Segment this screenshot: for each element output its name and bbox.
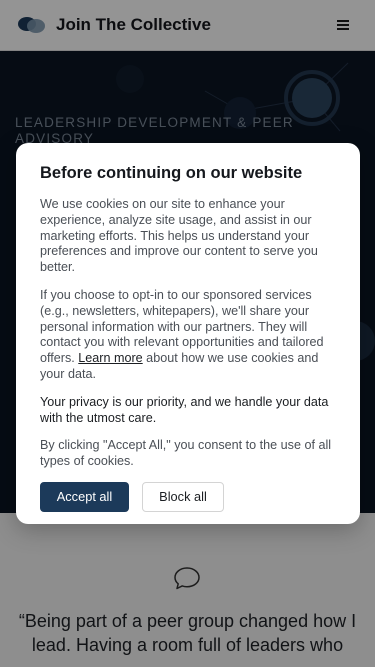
modal-button-row: Accept all Block all bbox=[40, 481, 336, 512]
cookie-consent-modal: Before continuing on our website We use … bbox=[16, 143, 360, 524]
cookie-paragraph-privacy: Your privacy is our priority, and we han… bbox=[40, 394, 329, 425]
cookie-paragraph-usage: We use cookies on our site to enhance yo… bbox=[40, 197, 318, 275]
cookie-paragraph-sponsored: If you choose to opt-in to our sponsored… bbox=[40, 288, 336, 383]
learn-more-link[interactable]: Learn more bbox=[78, 351, 142, 365]
accept-all-button[interactable]: Accept all bbox=[40, 481, 129, 512]
modal-title: Before continuing on our website bbox=[40, 164, 303, 182]
cookie-paragraph-consent: By clicking "Accept All," you consent to… bbox=[40, 438, 332, 469]
block-all-button[interactable]: Block all bbox=[142, 481, 224, 512]
